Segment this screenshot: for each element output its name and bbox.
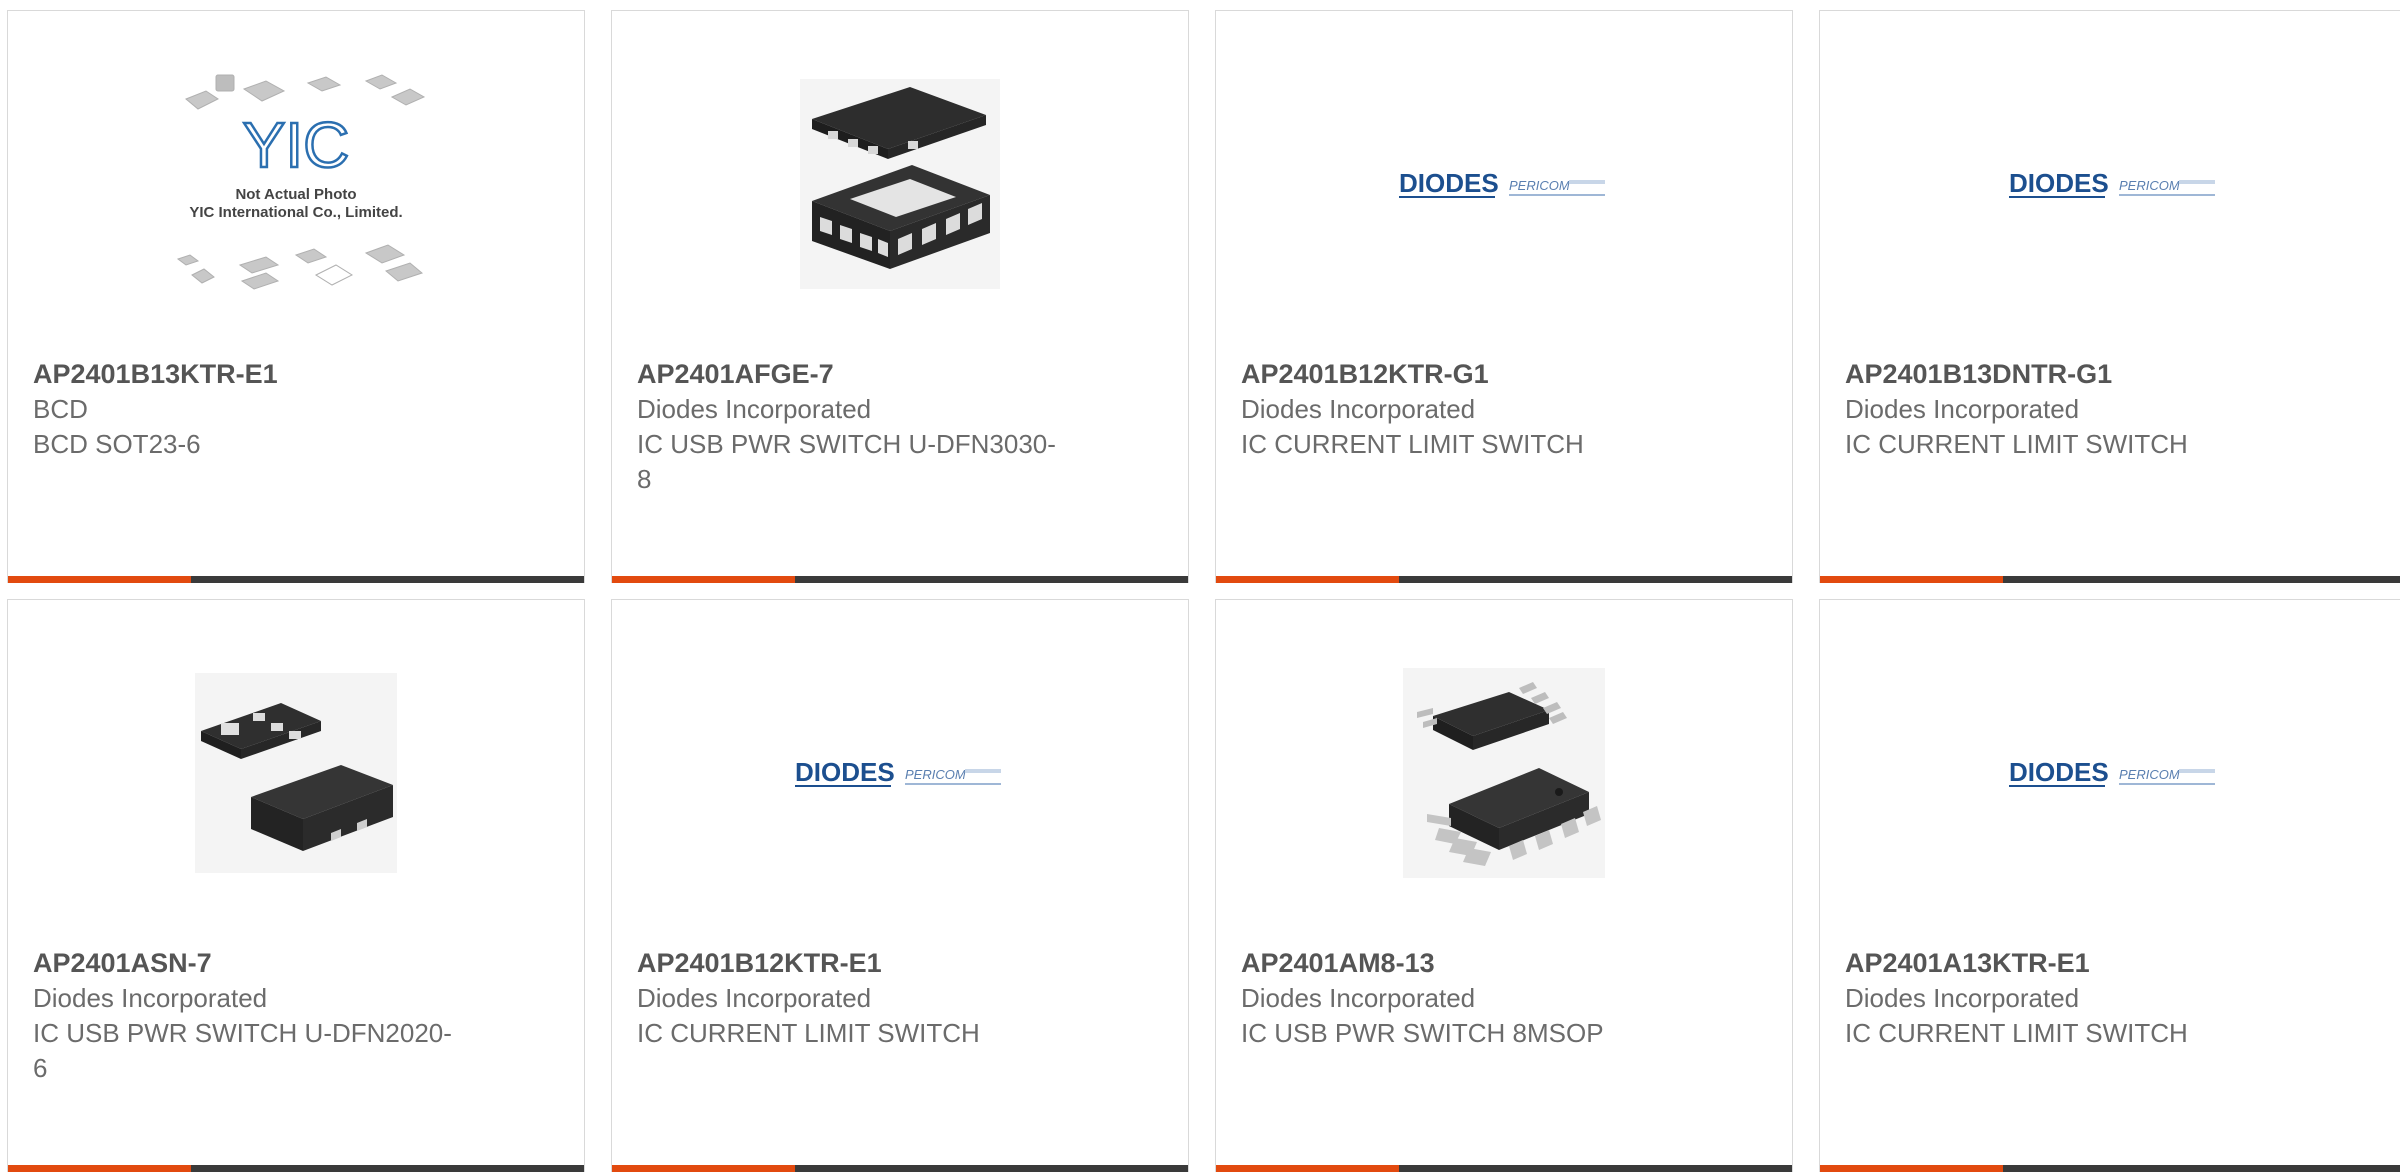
card-bottom-bar (1820, 576, 2400, 583)
product-card[interactable]: YIC Not Actual Photo YIC International C… (7, 10, 585, 583)
description: IC CURRENT LIMIT SWITCH (1845, 1018, 2188, 1048)
product-image[interactable] (1374, 668, 1634, 878)
card-bottom-bar (1216, 576, 1792, 583)
product-grid: YIC Not Actual Photo YIC International C… (0, 0, 2400, 1172)
svg-text:DIODES: DIODES (2009, 757, 2109, 787)
part-number[interactable]: AP2401B12KTR-G1 (1241, 356, 1661, 392)
manufacturer: Diodes Incorporated (1241, 394, 1476, 424)
svg-text:DIODES: DIODES (795, 757, 895, 787)
card-bottom-bar (612, 1165, 1188, 1172)
product-info: AP2401B12KTR-G1 Diodes Incorporated IC C… (1241, 356, 1661, 462)
description: IC CURRENT LIMIT SWITCH (637, 1018, 980, 1048)
diodes-logo-icon: DIODES PERICOM (795, 757, 1001, 787)
product-card[interactable]: AP2401AFGE-7 Diodes Incorporated IC USB … (611, 10, 1189, 583)
product-image[interactable]: DIODES PERICOM (1374, 79, 1634, 289)
manufacturer: Diodes Incorporated (637, 394, 872, 424)
product-info: AP2401AFGE-7 Diodes Incorporated IC USB … (637, 356, 1057, 497)
svg-text:DIODES: DIODES (2009, 168, 2109, 198)
product-info: AP2401A13KTR-E1 Diodes Incorporated IC C… (1845, 945, 2265, 1051)
card-bottom-bar (8, 576, 584, 583)
manufacturer: Diodes Incorporated (1241, 983, 1476, 1013)
placeholder-photo-icon: YIC Not Actual Photo YIC International C… (176, 74, 426, 290)
card-accent (612, 1165, 795, 1172)
product-card[interactable]: AP2401AM8-13 Diodes Incorporated IC USB … (1215, 599, 1793, 1172)
product-image[interactable]: DIODES PERICOM (1984, 668, 2244, 878)
diodes-logo-icon: DIODES PERICOM (1399, 168, 1605, 198)
product-info: AP2401ASN-7 Diodes Incorporated IC USB P… (33, 945, 453, 1086)
product-info: AP2401B13KTR-E1 BCD BCD SOT23-6 (33, 356, 453, 462)
card-bottom-bar (1820, 1165, 2400, 1172)
part-number[interactable]: AP2401B13DNTR-G1 (1845, 356, 2265, 392)
msop8-chip-icon (1403, 668, 1605, 878)
svg-text:Not Actual Photo: Not Actual Photo (235, 186, 356, 203)
product-image[interactable] (770, 79, 1030, 289)
svg-text:PERICOM: PERICOM (2119, 767, 2180, 782)
part-number[interactable]: AP2401AM8-13 (1241, 945, 1661, 981)
manufacturer: Diodes Incorporated (33, 983, 268, 1013)
card-accent (1820, 576, 2003, 583)
part-number[interactable]: AP2401B12KTR-E1 (637, 945, 1057, 981)
description: BCD SOT23-6 (33, 429, 201, 459)
card-bottom-bar (1216, 1165, 1792, 1172)
card-bottom-bar (612, 576, 1188, 583)
card-accent (1216, 1165, 1399, 1172)
product-image[interactable]: DIODES PERICOM (770, 668, 1030, 878)
svg-text:PERICOM: PERICOM (2119, 178, 2180, 193)
description: IC USB PWR SWITCH 8MSOP (1241, 1018, 1604, 1048)
diodes-logo-icon: DIODES PERICOM (2009, 168, 2215, 198)
svg-text:YIC International Co., Limited: YIC International Co., Limited. (189, 204, 402, 221)
product-info: AP2401B13DNTR-G1 Diodes Incorporated IC … (1845, 356, 2265, 462)
svg-text:DIODES: DIODES (1399, 168, 1499, 198)
description: IC USB PWR SWITCH U-DFN2020-6 (33, 1018, 452, 1083)
svg-text:PERICOM: PERICOM (905, 767, 966, 782)
part-number[interactable]: AP2401B13KTR-E1 (33, 356, 453, 392)
card-accent (1820, 1165, 2003, 1172)
part-number[interactable]: AP2401ASN-7 (33, 945, 453, 981)
card-accent (612, 576, 795, 583)
description: IC CURRENT LIMIT SWITCH (1241, 429, 1584, 459)
part-number[interactable]: AP2401A13KTR-E1 (1845, 945, 2265, 981)
product-image[interactable]: YIC Not Actual Photo YIC International C… (166, 74, 426, 290)
manufacturer: Diodes Incorporated (1845, 394, 2080, 424)
product-card[interactable]: DIODES PERICOM AP2401B12KTR-E1 Diodes In… (611, 599, 1189, 1172)
card-accent (8, 1165, 191, 1172)
dfn6-chip-icon (195, 673, 397, 873)
product-info: AP2401B12KTR-E1 Diodes Incorporated IC C… (637, 945, 1057, 1051)
manufacturer: Diodes Incorporated (1845, 983, 2080, 1013)
diodes-logo-icon: DIODES PERICOM (2009, 757, 2215, 787)
product-image[interactable] (166, 668, 426, 878)
svg-text:YIC: YIC (243, 109, 350, 181)
card-accent (1216, 576, 1399, 583)
description: IC USB PWR SWITCH U-DFN3030-8 (637, 429, 1056, 494)
product-card[interactable]: DIODES PERICOM AP2401A13KTR-E1 Diodes In… (1819, 599, 2400, 1172)
product-card[interactable]: DIODES PERICOM AP2401B13DNTR-G1 Diodes I… (1819, 10, 2400, 583)
dfn8-chip-icon (800, 79, 1000, 289)
product-card[interactable]: DIODES PERICOM AP2401B12KTR-G1 Diodes In… (1215, 10, 1793, 583)
card-bottom-bar (8, 1165, 584, 1172)
svg-text:PERICOM: PERICOM (1509, 178, 1570, 193)
product-info: AP2401AM8-13 Diodes Incorporated IC USB … (1241, 945, 1661, 1051)
product-card[interactable]: AP2401ASN-7 Diodes Incorporated IC USB P… (7, 599, 585, 1172)
description: IC CURRENT LIMIT SWITCH (1845, 429, 2188, 459)
part-number[interactable]: AP2401AFGE-7 (637, 356, 1057, 392)
manufacturer: Diodes Incorporated (637, 983, 872, 1013)
manufacturer: BCD (33, 394, 88, 424)
card-accent (8, 576, 191, 583)
product-image[interactable]: DIODES PERICOM (1984, 79, 2244, 289)
